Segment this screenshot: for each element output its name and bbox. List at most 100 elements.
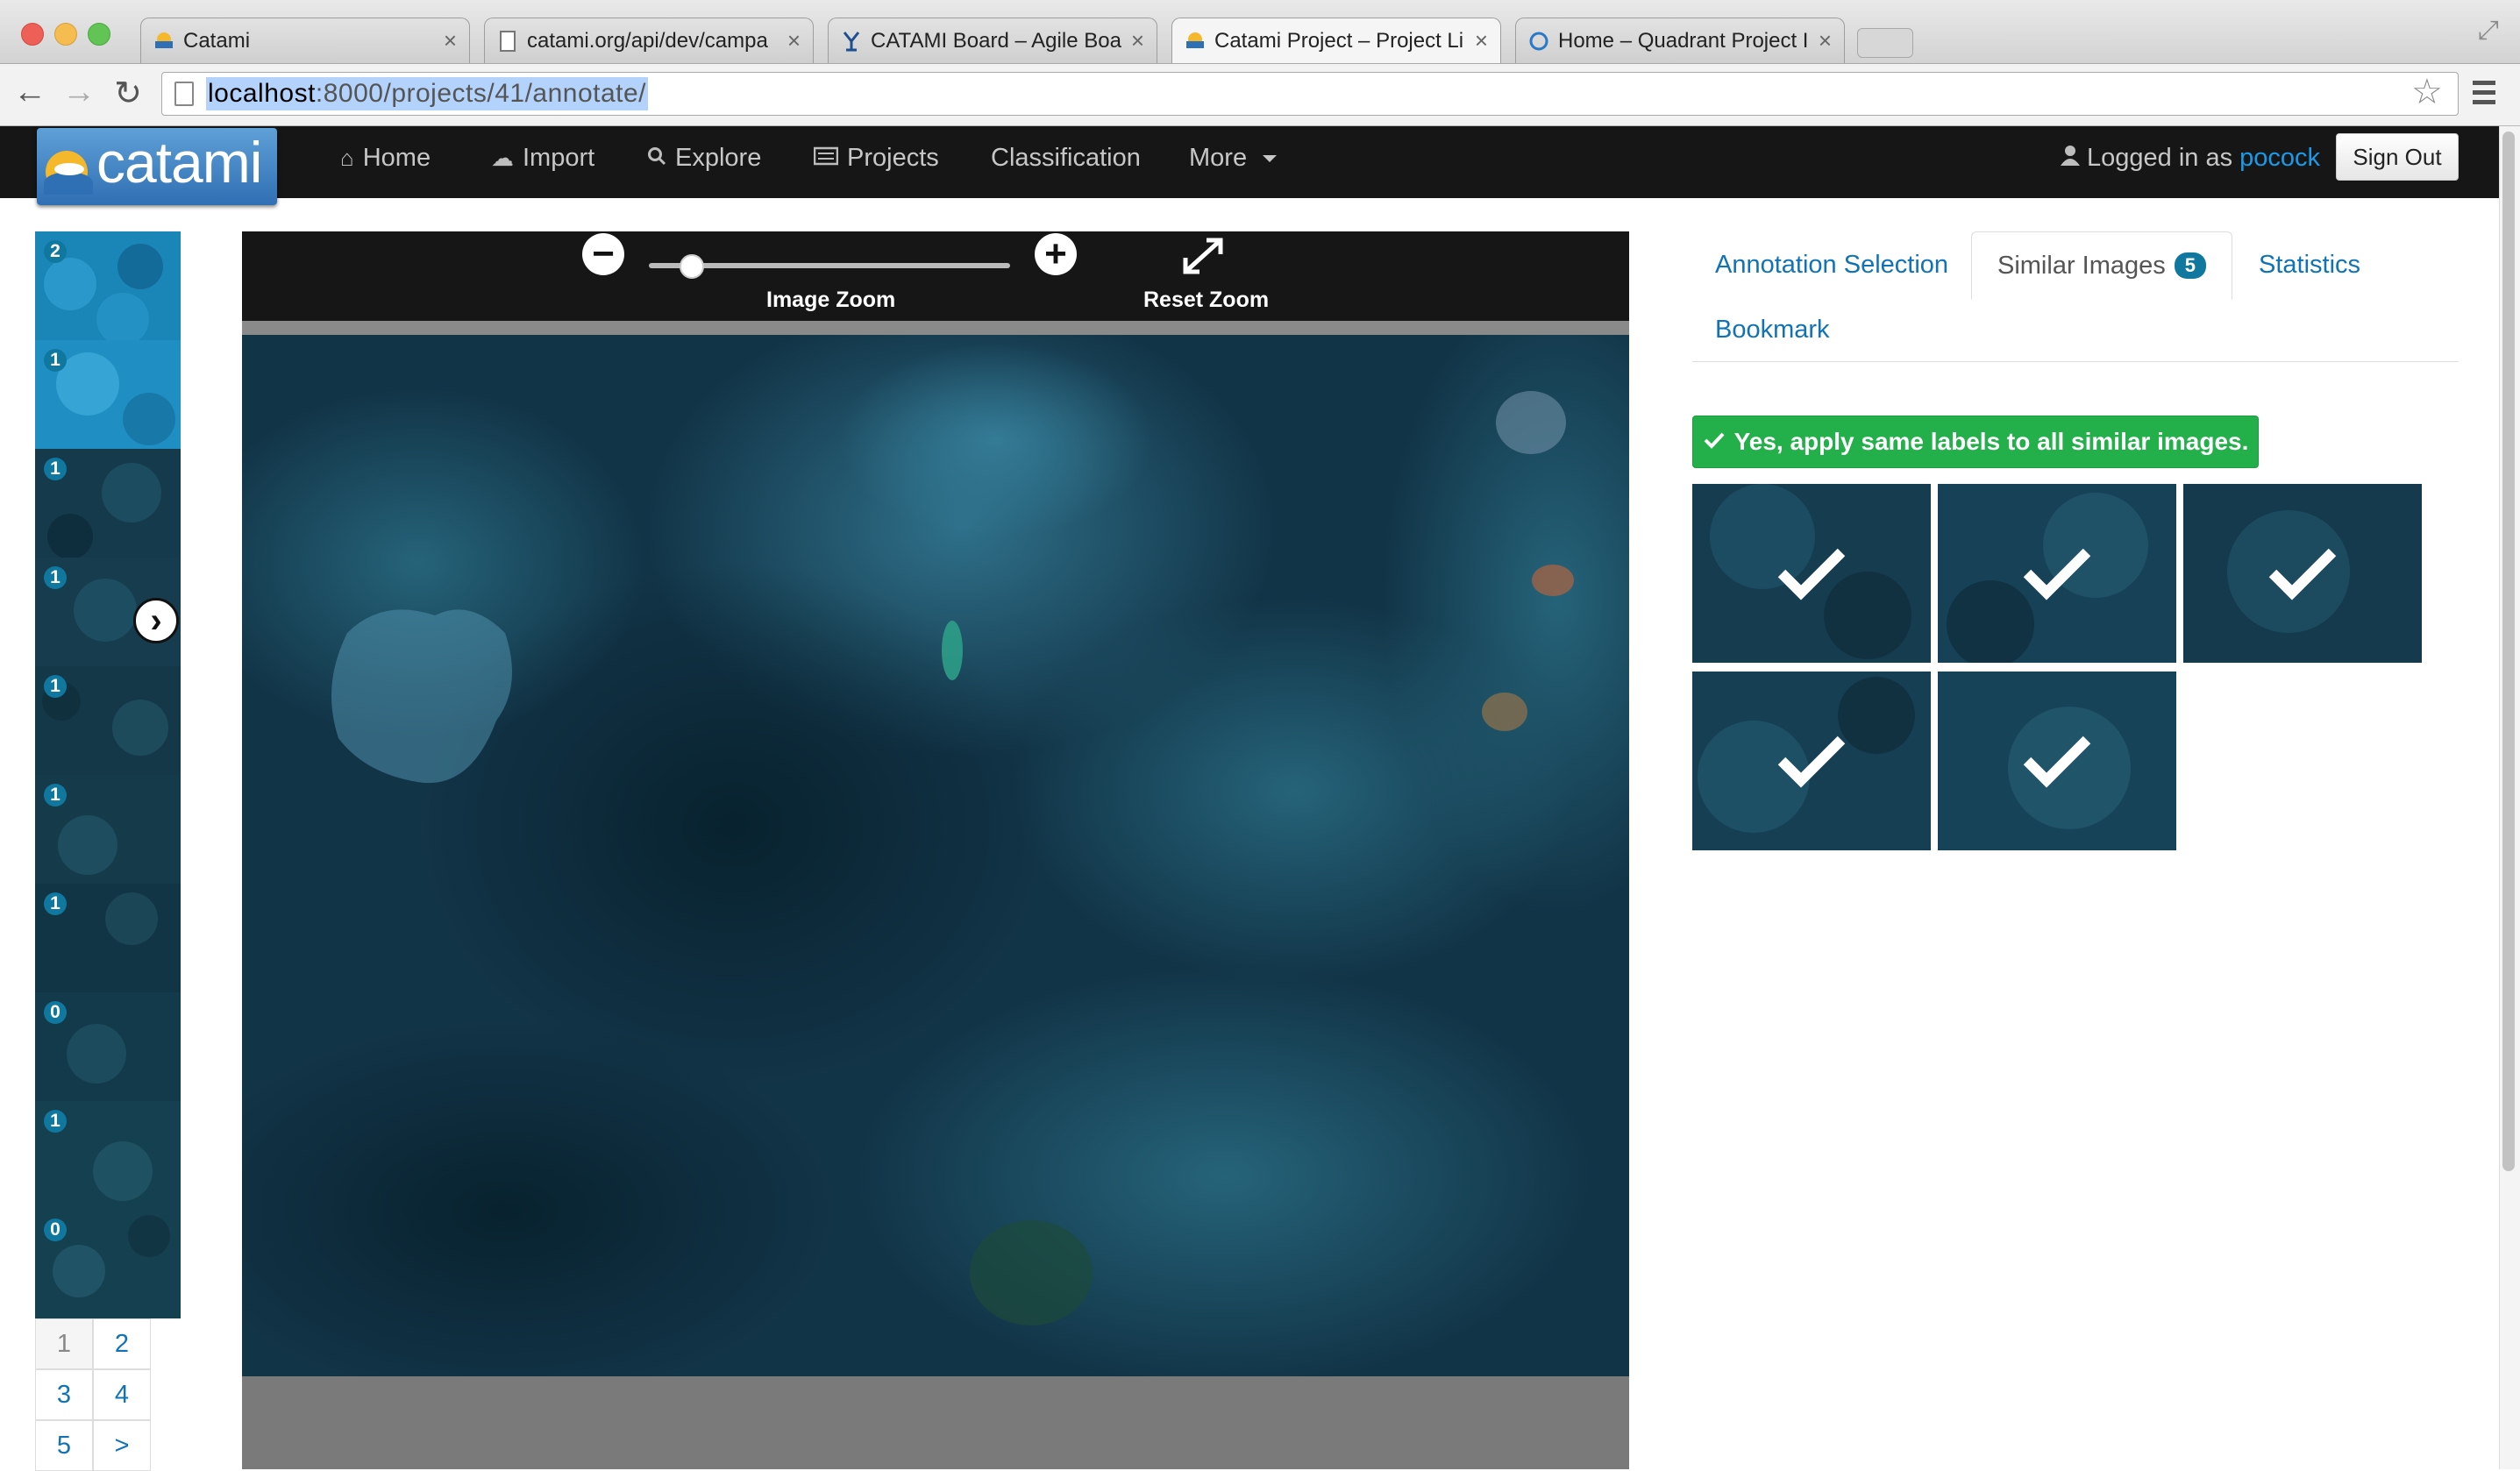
zoom-window-button[interactable] — [88, 23, 110, 46]
image-thumbnail[interactable]: 2 — [35, 231, 181, 340]
home-icon: ⌂ — [340, 145, 354, 171]
expand-icon[interactable] — [1180, 235, 1226, 287]
image-thumbnail[interactable]: 0 — [35, 992, 181, 1101]
browser-tab[interactable]: Catami × — [140, 18, 470, 63]
tab-title: Catami Project – Project Li — [1214, 28, 1464, 53]
similar-image[interactable] — [1938, 484, 2176, 663]
reset-zoom-label[interactable]: Reset Zoom — [1143, 288, 1269, 313]
check-icon — [1938, 484, 2176, 663]
image-thumbnail[interactable]: 1 — [35, 884, 181, 992]
tab-statistics[interactable]: Statistics — [2259, 251, 2360, 280]
check-icon — [1692, 484, 1931, 663]
annotation-count-badge: 1 — [44, 458, 67, 480]
similar-image[interactable] — [1692, 484, 1931, 663]
tab-title: catami.org/api/dev/campa — [527, 28, 768, 53]
zoom-out-icon[interactable]: − — [582, 232, 624, 275]
nav-classification[interactable]: Classification — [991, 144, 1141, 173]
nav-explore[interactable]: Explore — [647, 144, 761, 173]
tab-close-icon[interactable]: × — [1131, 27, 1144, 54]
catami-logo-icon — [1185, 31, 1206, 52]
check-icon — [1703, 428, 1726, 456]
check-icon — [1692, 672, 1931, 850]
sign-out-button[interactable]: Sign Out — [2336, 133, 2459, 181]
annotation-count-badge: 2 — [44, 240, 67, 263]
page-next-link[interactable]: > — [93, 1420, 151, 1471]
tab-close-icon[interactable]: × — [787, 27, 801, 54]
url-text[interactable]: localhost:8000/projects/41/annotate/ — [206, 77, 649, 110]
check-icon — [2183, 484, 2422, 663]
annotation-count-badge: 1 — [44, 675, 67, 698]
search-icon — [647, 145, 666, 172]
image-thumbnail[interactable]: 1 — [35, 449, 181, 558]
bookmark-star-icon[interactable]: ☆ — [2411, 72, 2443, 112]
tab-title: Home – Quadrant Project I — [1558, 28, 1809, 53]
similar-image[interactable] — [1692, 672, 1931, 850]
annotation-count-badge: 1 — [44, 349, 67, 372]
chevron-right-icon[interactable]: › — [133, 598, 179, 643]
page-icon — [174, 82, 194, 106]
page-link-4[interactable]: 4 — [93, 1369, 151, 1420]
viewer-toolbar — [242, 231, 1629, 321]
page-icon — [497, 30, 518, 52]
tab-close-icon[interactable]: × — [1475, 27, 1488, 54]
browser-tab[interactable]: CATAMI Board – Agile Boa × — [828, 18, 1157, 63]
tab-divider — [1692, 361, 2459, 362]
close-window-button[interactable] — [21, 23, 44, 46]
nav-import[interactable]: ☁ Import — [491, 144, 594, 173]
annotation-count-badge: 0 — [44, 1219, 67, 1241]
apply-labels-button[interactable]: Yes, apply same labels to all similar im… — [1692, 416, 2259, 468]
nav-more-dropdown[interactable]: More — [1189, 144, 1278, 173]
annotation-count-badge: 1 — [44, 784, 67, 807]
catami-logo[interactable]: catami — [37, 128, 277, 205]
address-bar[interactable]: localhost:8000/projects/41/annotate/ — [161, 72, 2459, 116]
tab-title: CATAMI Board – Agile Boa — [871, 28, 1121, 53]
image-thumbnail[interactable]: 1 — [35, 1101, 181, 1210]
image-thumbnail[interactable]: 1 — [35, 340, 181, 449]
tab-bookmark[interactable]: Bookmark — [1715, 316, 1830, 345]
minimize-window-button[interactable] — [54, 23, 77, 46]
catami-logo-icon — [153, 31, 174, 52]
image-thumbnail[interactable]: 1 — [35, 666, 181, 775]
fullscreen-icon[interactable]: ⤢ — [2478, 16, 2499, 46]
annotation-count-badge: 0 — [44, 1001, 67, 1024]
tab-annotation-selection[interactable]: Annotation Selection — [1715, 251, 1948, 280]
catami-logo-icon — [44, 151, 93, 195]
similar-count-badge: 5 — [2174, 252, 2207, 279]
nav-projects[interactable]: Projects — [813, 144, 939, 173]
page-link-5[interactable]: 5 — [35, 1420, 93, 1471]
browser-menu-icon[interactable] — [2473, 81, 2495, 105]
page-link-3[interactable]: 3 — [35, 1369, 93, 1420]
page-link-1[interactable]: 1 — [35, 1318, 93, 1369]
cloud-upload-icon: ☁ — [491, 145, 514, 171]
viewer-divider — [242, 321, 1629, 335]
tab-close-icon[interactable]: × — [1819, 27, 1832, 54]
annotation-image[interactable] — [242, 335, 1629, 1376]
annotation-count-badge: 1 — [44, 892, 67, 915]
back-icon[interactable]: ← — [11, 74, 49, 111]
zoom-in-icon[interactable]: + — [1035, 232, 1077, 275]
check-icon — [1938, 672, 2176, 850]
browser-tab[interactable]: catami.org/api/dev/campa × — [484, 18, 814, 63]
new-tab-button[interactable] — [1857, 28, 1913, 58]
page-link-2[interactable]: 2 — [93, 1318, 151, 1369]
similar-image[interactable] — [1938, 672, 2176, 850]
similar-image[interactable] — [2183, 484, 2422, 663]
quadrant-icon — [1528, 31, 1549, 52]
reload-icon[interactable]: ↻ — [109, 74, 147, 113]
tab-close-icon[interactable]: × — [444, 27, 457, 54]
agile-board-icon — [841, 31, 862, 52]
tab-similar-images[interactable]: Similar Images 5 — [1971, 231, 2232, 300]
nav-home[interactable]: ⌂ Home — [340, 144, 431, 173]
forward-icon[interactable]: → — [60, 74, 98, 111]
annotation-count-badge: 1 — [44, 1110, 67, 1133]
annotation-count-badge: 1 — [44, 566, 67, 589]
page-scrollbar-thumb[interactable] — [2502, 131, 2515, 1171]
image-thumbnail[interactable]: 1 — [35, 775, 181, 884]
user-icon — [2061, 144, 2080, 173]
image-thumbnail[interactable]: 0 — [35, 1210, 181, 1318]
browser-tab[interactable]: Home – Quadrant Project I × — [1515, 18, 1845, 63]
caret-down-icon — [1263, 154, 1278, 162]
image-zoom-label: Image Zoom — [766, 288, 896, 312]
browser-tab-active[interactable]: Catami Project – Project Li × — [1171, 18, 1501, 63]
username-link[interactable]: pocock — [2239, 144, 2320, 173]
